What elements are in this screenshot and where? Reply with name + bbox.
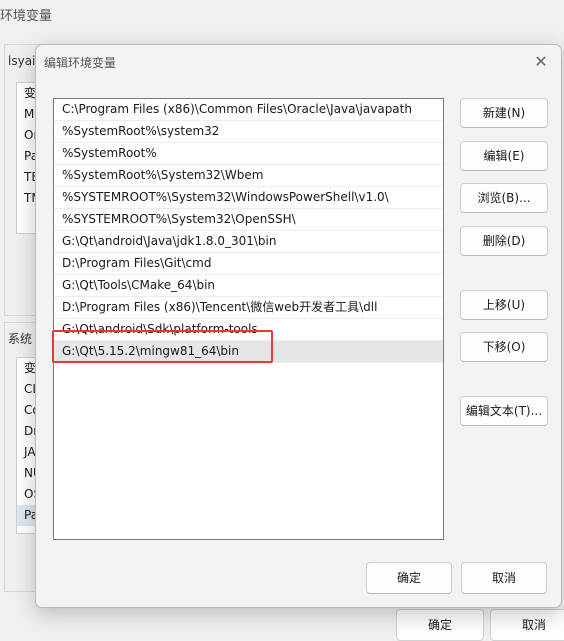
path-row[interactable]: D:\Program Files\Git\cmd xyxy=(54,253,443,275)
path-list[interactable]: C:\Program Files (x86)\Common Files\Orac… xyxy=(53,98,444,540)
close-icon[interactable]: ✕ xyxy=(529,51,553,73)
background-cancel-button[interactable]: 取消 xyxy=(490,609,564,641)
edit-text-button[interactable]: 编辑文本(T)... xyxy=(460,396,548,426)
delete-button[interactable]: 删除(D) xyxy=(460,226,548,256)
path-row[interactable]: %SYSTEMROOT%\System32\OpenSSH\ xyxy=(54,209,443,231)
ok-button[interactable]: 确定 xyxy=(366,562,452,594)
path-row[interactable]: %SystemRoot%\system32 xyxy=(54,121,443,143)
dialog-title: 编辑环境变量 xyxy=(44,56,117,70)
user-variables-group-label: lsyai xyxy=(8,54,36,68)
red-highlight-annotation xyxy=(52,330,273,363)
path-row[interactable]: G:\Qt\Tools\CMake_64\bin xyxy=(54,275,443,297)
path-row[interactable]: D:\Program Files (x86)\Tencent\微信web开发者工… xyxy=(54,297,443,319)
path-row[interactable]: %SystemRoot%\System32\Wbem xyxy=(54,165,443,187)
path-row[interactable]: %SystemRoot% xyxy=(54,143,443,165)
move-up-button[interactable]: 上移(U) xyxy=(460,290,548,320)
background-ok-button[interactable]: 确定 xyxy=(396,609,484,641)
edit-environment-variable-dialog: 编辑环境变量 ✕ C:\Program Files (x86)\Common F… xyxy=(35,44,562,608)
cancel-button[interactable]: 取消 xyxy=(461,562,547,594)
new-button[interactable]: 新建(N) xyxy=(460,98,548,128)
move-down-button[interactable]: 下移(O) xyxy=(460,332,548,362)
background-window-title-bar: 环境变量 xyxy=(0,0,564,26)
path-row[interactable]: %SYSTEMROOT%\System32\WindowsPowerShell\… xyxy=(54,187,443,209)
system-variables-group-label: 系统 xyxy=(8,330,33,347)
background-window-title: 环境变量 xyxy=(0,9,53,24)
edit-button[interactable]: 编辑(E) xyxy=(460,141,548,171)
path-row[interactable]: G:\Qt\android\Java\jdk1.8.0_301\bin xyxy=(54,231,443,253)
browse-button[interactable]: 浏览(B)... xyxy=(460,183,548,213)
path-row[interactable]: C:\Program Files (x86)\Common Files\Orac… xyxy=(54,99,443,121)
